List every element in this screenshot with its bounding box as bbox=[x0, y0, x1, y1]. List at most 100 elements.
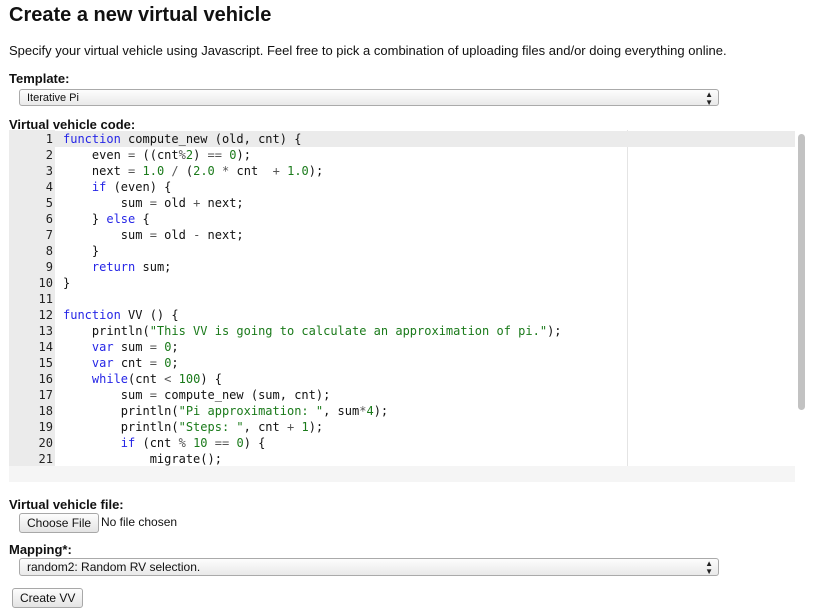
code-token: 1.0 bbox=[287, 164, 309, 178]
code-token: ); bbox=[547, 324, 562, 338]
code-token: ) bbox=[193, 148, 208, 162]
line-number: 7 bbox=[45, 228, 53, 242]
code-token: else bbox=[106, 212, 136, 226]
code-token: next; bbox=[200, 228, 244, 242]
line-number: 12 bbox=[38, 308, 53, 322]
code-token: = bbox=[149, 196, 157, 210]
code-token: = bbox=[149, 388, 157, 402]
code-token: ) { bbox=[243, 436, 266, 450]
code-text: } else { bbox=[63, 211, 150, 227]
code-text: function VV () { bbox=[63, 307, 179, 323]
code-token: + bbox=[272, 164, 280, 178]
mapping-label: Mapping*: bbox=[9, 542, 72, 557]
code-token: "Steps: " bbox=[178, 420, 244, 434]
code-token: 10 bbox=[193, 436, 208, 450]
code-text: sum = old - next; bbox=[63, 227, 244, 243]
code-token: (cnt bbox=[128, 372, 165, 386]
code-token: ); bbox=[308, 420, 324, 434]
line-number: 16 bbox=[38, 372, 53, 386]
code-token: % bbox=[178, 148, 186, 162]
file-label: Virtual vehicle file: bbox=[9, 497, 124, 512]
code-token: 1.0 bbox=[142, 164, 165, 178]
code-token: ; bbox=[171, 340, 179, 354]
code-token: "This VV is going to calculate an approx… bbox=[149, 324, 548, 338]
line-number: 17 bbox=[38, 388, 53, 402]
code-token: var bbox=[91, 356, 114, 370]
code-text: migrate(); bbox=[63, 451, 222, 467]
code-token: ((cnt bbox=[135, 148, 179, 162]
line-number: 15 bbox=[38, 356, 53, 370]
code-token: { bbox=[135, 212, 150, 226]
code-text: function compute_new (old, cnt) { bbox=[63, 131, 301, 147]
line-number: 5 bbox=[45, 196, 53, 210]
code-text: sum = compute_new (sum, cnt); bbox=[63, 387, 331, 403]
template-select[interactable]: Iterative Pi ▲ ▼ bbox=[19, 89, 719, 107]
code-token: old bbox=[156, 196, 194, 210]
line-number: 1 bbox=[45, 132, 53, 146]
code-token: VV () { bbox=[120, 308, 179, 322]
code-text: } bbox=[63, 243, 99, 259]
page-title: Create a new virtual vehicle bbox=[9, 4, 272, 26]
code-text: println("Pi approximation: ", sum*4); bbox=[63, 403, 388, 419]
select-arrows-icon: ▲ ▼ bbox=[705, 559, 713, 576]
page-intro: Specify your virtual vehicle using Javas… bbox=[9, 43, 727, 58]
choose-file-button[interactable]: Choose File bbox=[19, 513, 100, 533]
code-token: even bbox=[63, 148, 129, 162]
code-text: } bbox=[63, 275, 70, 291]
code-token: , cnt bbox=[243, 420, 287, 434]
code-token: sum bbox=[63, 228, 150, 242]
code-text: next = 1.0 / (2.0 * cnt + 1.0); bbox=[63, 163, 323, 179]
code-token: ) { bbox=[200, 372, 222, 386]
create-vv-button[interactable]: Create VV bbox=[12, 588, 84, 608]
code-token: = bbox=[149, 356, 157, 370]
code-token: if bbox=[91, 180, 107, 194]
code-token: println( bbox=[63, 404, 179, 418]
file-status: No file chosen bbox=[101, 515, 178, 529]
code-token: println( bbox=[63, 324, 150, 338]
code-editor[interactable]: 1 function compute_new (old, cnt) { 2 even… bbox=[9, 130, 795, 482]
code-token: % bbox=[178, 436, 186, 450]
code-token: 4 bbox=[366, 404, 374, 418]
code-token: compute_new (sum, cnt); bbox=[156, 388, 331, 402]
line-number: 21 bbox=[38, 452, 53, 466]
mapping-select[interactable]: random2: Random RV selection. ▲ ▼ bbox=[19, 558, 719, 576]
code-text: println("Steps: ", cnt + 1); bbox=[63, 419, 323, 435]
code-token: migrate(); bbox=[63, 452, 222, 466]
line-number: 18 bbox=[38, 404, 53, 418]
code-text: println("This VV is going to calculate a… bbox=[63, 323, 562, 339]
code-token: function bbox=[63, 132, 121, 146]
code-token: / bbox=[171, 164, 179, 178]
code-token: sum bbox=[63, 388, 150, 402]
code-token: = bbox=[149, 228, 157, 242]
code-token: compute_new (old, cnt) { bbox=[120, 132, 302, 146]
code-token: println( bbox=[63, 420, 179, 434]
code-text: var cnt = 0; bbox=[63, 355, 179, 371]
code-token: cnt bbox=[229, 164, 273, 178]
code-token: while bbox=[91, 372, 129, 386]
editor-scroll-thumb[interactable] bbox=[798, 134, 805, 410]
code-line[interactable]: 1 function compute_new (old, cnt) { bbox=[9, 131, 795, 147]
code-token: function bbox=[63, 308, 121, 322]
code-text: while(cnt < 100) { bbox=[63, 371, 222, 387]
code-token: "Pi approximation: " bbox=[178, 404, 324, 418]
editor-horizontal-scrollbar[interactable] bbox=[9, 466, 795, 482]
line-number: 20 bbox=[38, 436, 53, 450]
line-number: 9 bbox=[45, 260, 53, 274]
line-number: 3 bbox=[45, 164, 53, 178]
code-token: ); bbox=[308, 164, 324, 178]
code-text: if (cnt % 10 == 0) { bbox=[63, 435, 266, 451]
print-margin bbox=[627, 130, 628, 466]
code-token: , sum bbox=[323, 404, 360, 418]
code-token: old bbox=[156, 228, 194, 242]
code-token: ); bbox=[236, 148, 251, 162]
code-token: if bbox=[120, 436, 136, 450]
line-number: 2 bbox=[45, 148, 53, 162]
code-token: return bbox=[91, 260, 136, 274]
code-token: } bbox=[63, 244, 100, 258]
